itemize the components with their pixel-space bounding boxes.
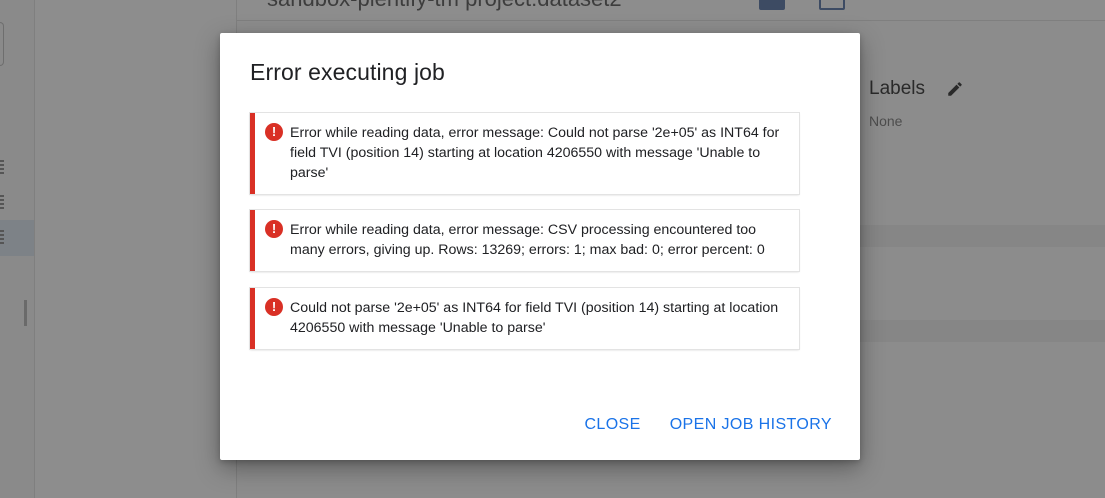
error-message-card: ! Could not parse '2e+05' as INT64 for f…	[250, 288, 799, 349]
explorer-panel	[35, 0, 237, 498]
dialog-actions: CLOSE OPEN JOB HISTORY	[584, 416, 832, 434]
labels-heading: Labels	[869, 78, 925, 99]
drag-handle-icon	[0, 160, 4, 174]
close-button[interactable]: CLOSE	[584, 416, 640, 434]
drag-handle-icon	[0, 195, 4, 209]
error-message-text: Error while reading data, error message:…	[290, 125, 780, 181]
collapsed-panel-tab[interactable]	[0, 22, 4, 66]
error-message-text: Error while reading data, error message:…	[290, 222, 765, 258]
error-message-text: Could not parse '2e+05' as INT64 for fie…	[290, 300, 779, 336]
error-icon: !	[265, 220, 283, 238]
error-dialog: Error executing job ! Error while readin…	[220, 33, 860, 460]
copy-icon[interactable]	[819, 0, 845, 10]
background-row	[860, 225, 1105, 247]
error-icon: !	[265, 123, 283, 141]
dataset-title: sandbox-plentify-tm project:dataset2	[267, 0, 622, 12]
error-message-card: ! Error while reading data, error messag…	[250, 113, 799, 194]
edit-pencil-icon[interactable]	[946, 80, 966, 100]
share-icon[interactable]	[759, 0, 785, 10]
background-row	[860, 320, 1105, 342]
details-header: sandbox-plentify-tm project:dataset2	[237, 0, 1105, 21]
open-job-history-button[interactable]: OPEN JOB HISTORY	[670, 416, 832, 434]
labels-value: None	[869, 113, 903, 129]
error-icon: !	[265, 298, 283, 316]
dialog-title: Error executing job	[250, 59, 445, 85]
resize-handle[interactable]	[24, 300, 27, 326]
drag-handle-icon	[0, 230, 4, 244]
nav-item-selected[interactable]	[0, 220, 34, 256]
error-message-card: ! Error while reading data, error messag…	[250, 210, 799, 271]
left-nav-rail	[0, 0, 35, 498]
